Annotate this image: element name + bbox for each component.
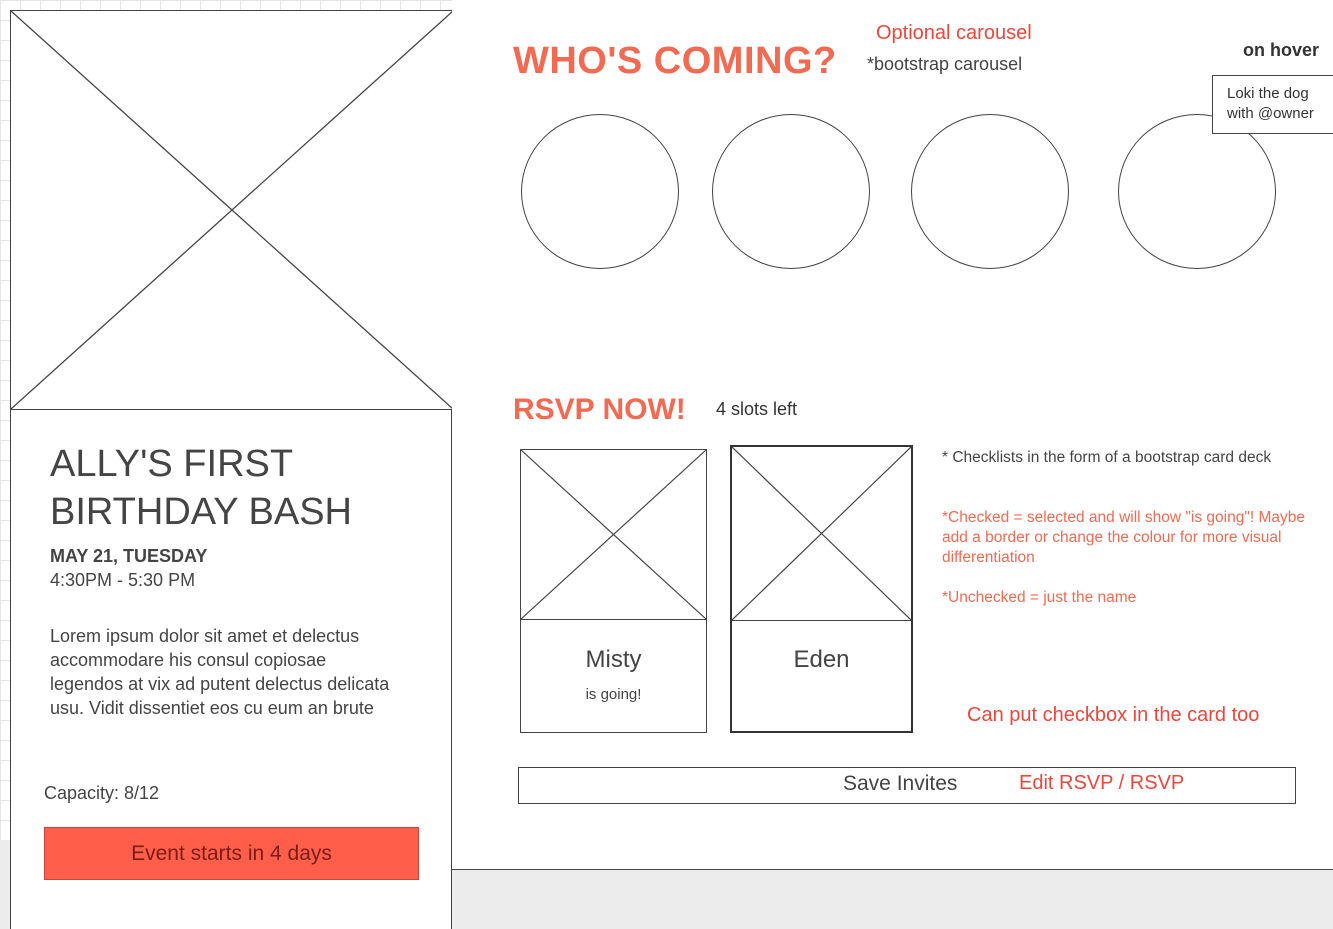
checkbox-annotation: Can put checkbox in the card too bbox=[967, 704, 1260, 726]
attendee-avatar[interactable] bbox=[911, 114, 1069, 269]
attendee-avatar[interactable] bbox=[712, 114, 870, 269]
slots-left: 4 slots left bbox=[716, 399, 798, 419]
attendee-avatar[interactable] bbox=[521, 114, 679, 269]
canvas-gutter bbox=[0, 840, 10, 929]
unchecked-annotation: *Unchecked = just the name bbox=[942, 589, 1137, 606]
tooltip-line: with @owner bbox=[1227, 105, 1314, 122]
event-hero-image-placeholder bbox=[10, 10, 454, 410]
invite-card-status: is going! bbox=[585, 686, 642, 703]
carousel-annotation: Optional carousel bbox=[876, 22, 1032, 44]
event-time: 4:30PM - 5:30 PM bbox=[50, 570, 196, 590]
attendee-tooltip: Loki the dog with @owner bbox=[1212, 75, 1333, 134]
countdown-label: Event starts in 4 days bbox=[131, 841, 332, 865]
invite-card-image-placeholder bbox=[732, 447, 911, 621]
invite-card[interactable]: Eden bbox=[730, 445, 913, 733]
attendee-avatar[interactable] bbox=[1118, 114, 1276, 269]
rsvp-heading: RSVP NOW! bbox=[513, 393, 686, 426]
invite-card-name: Eden bbox=[793, 646, 850, 673]
invite-card[interactable]: Misty is going! bbox=[520, 449, 707, 733]
invite-card-name: Misty bbox=[585, 646, 642, 673]
event-description: Lorem ipsum dolor sit amet et delectus a… bbox=[50, 626, 390, 718]
carousel-subnote: *bootstrap carousel bbox=[867, 54, 1023, 74]
event-date: MAY 21, TUESDAY bbox=[50, 546, 208, 566]
whos-coming-heading: WHO'S COMING? bbox=[513, 40, 837, 82]
event-capacity: Capacity: 8/12 bbox=[44, 783, 160, 803]
tooltip-line: Loki the dog bbox=[1227, 85, 1309, 102]
hover-annotation: on hover bbox=[1243, 40, 1320, 60]
page-footer-area bbox=[452, 870, 1333, 929]
checked-annotation: *Checked = selected and will show "is go… bbox=[942, 509, 1305, 566]
edit-rsvp-annotation: Edit RSVP / RSVP bbox=[1019, 772, 1185, 794]
checklist-annotation: * Checklists in the form of a bootstrap … bbox=[942, 449, 1272, 466]
event-title: ALLY'S FIRST BIRTHDAY BASH bbox=[50, 443, 352, 533]
countdown-button[interactable]: Event starts in 4 days bbox=[44, 827, 419, 880]
save-invites-label: Save Invites bbox=[843, 772, 958, 795]
invite-card-image-placeholder bbox=[521, 450, 706, 620]
